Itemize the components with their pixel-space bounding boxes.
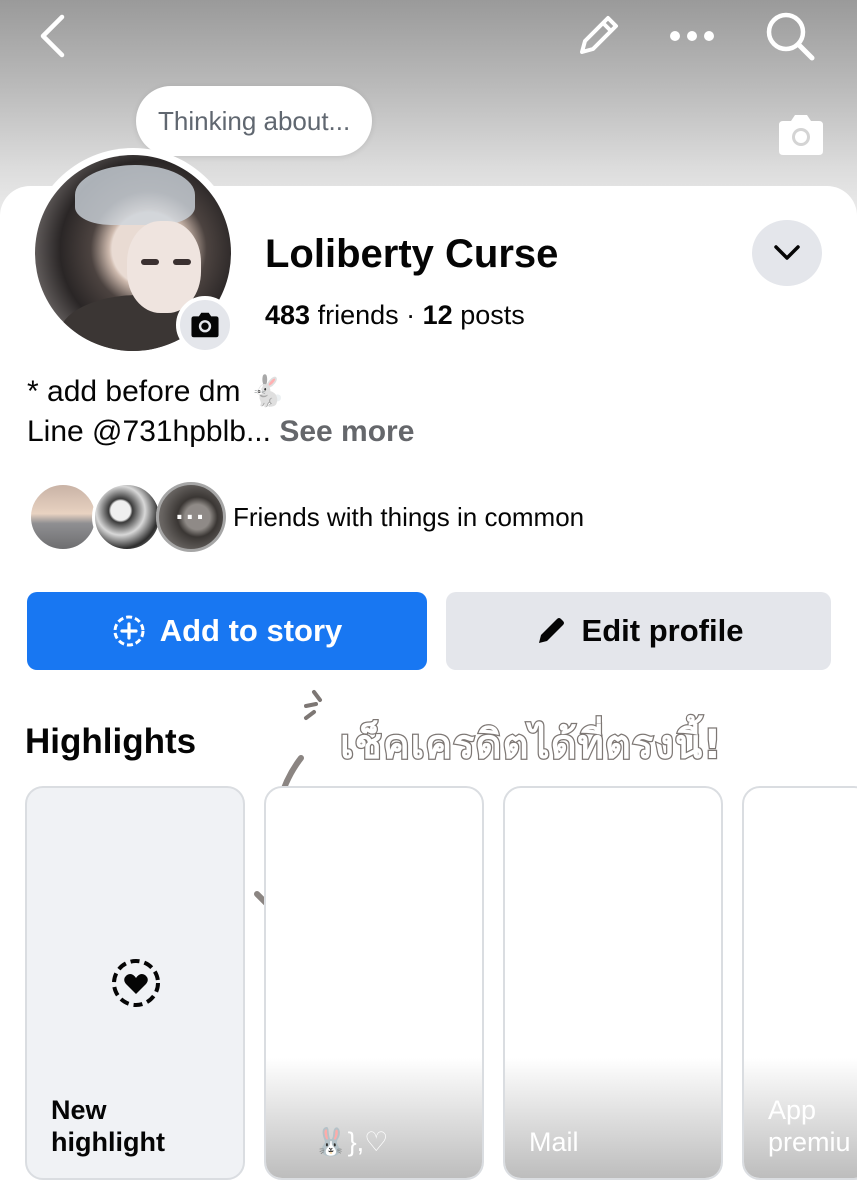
pencil-icon	[580, 16, 618, 54]
highlight-card[interactable]: Mail	[503, 786, 723, 1180]
cover-camera-button[interactable]	[774, 112, 828, 158]
mutual-friend-avatar	[92, 482, 162, 552]
friends-count[interactable]: 483	[265, 300, 310, 330]
pencil-icon	[538, 618, 564, 643]
edit-profile-button[interactable]: Edit profile	[446, 592, 831, 670]
new-highlight-card[interactable]: New highlight	[25, 786, 245, 1180]
highlight-card-label: Mail	[529, 1127, 579, 1157]
chevron-down-icon	[774, 245, 800, 260]
heart-circle-icon	[112, 959, 160, 1007]
edit-profile-label: Edit profile	[581, 613, 744, 648]
search-button[interactable]	[758, 8, 822, 64]
bio-line-2: Line @731hpblb... See more	[27, 412, 414, 452]
avatar-camera-button[interactable]	[176, 296, 234, 354]
ellipsis-icon	[670, 31, 714, 41]
more-options-button[interactable]	[660, 8, 724, 64]
posts-label: posts	[460, 300, 525, 330]
posts-count: 12	[422, 300, 453, 330]
see-more-link[interactable]: See more	[279, 415, 414, 448]
profile-name: Loliberty Curse	[265, 232, 559, 276]
camera-icon	[779, 115, 823, 155]
highlight-card[interactable]: 🐰},♡	[264, 786, 484, 1180]
profile-stats: 483 friends · 12 posts	[265, 300, 525, 331]
mutual-friends-text: Friends with things in common	[233, 502, 585, 532]
highlights-title: Highlights	[25, 722, 197, 761]
highlight-card-label: 🐰},♡	[314, 1127, 389, 1157]
bio-line-1: * add before dm 🐇	[27, 375, 287, 408]
card-fade	[505, 1058, 721, 1178]
profile-dropdown-button[interactable]	[752, 220, 822, 286]
new-highlight-label: New highlight	[51, 1095, 165, 1157]
back-button[interactable]	[20, 8, 84, 64]
search-icon	[766, 12, 815, 61]
bio-line-2-text: Line @731hpblb...	[27, 415, 271, 448]
add-circle-icon	[113, 615, 145, 647]
bio: * add before dm 🐇 Line @731hpblb... See …	[27, 372, 414, 452]
more-friends-overlay: ···	[156, 482, 226, 552]
highlight-card[interactable]: App premiu	[742, 786, 857, 1180]
friends-label[interactable]: friends	[318, 300, 399, 330]
chevron-left-icon	[40, 14, 65, 58]
emphasis-marks	[304, 690, 322, 720]
mutual-friends-row[interactable]: ··· Friends with things in common	[28, 480, 728, 554]
add-to-story-label: Add to story	[159, 613, 343, 648]
highlight-card-label: App premiu	[768, 1095, 851, 1157]
annotation-text: เช็คเครดิตได้ที่ตรงนี้!	[339, 721, 723, 770]
thought-placeholder: Thinking about...	[158, 105, 351, 136]
add-to-story-button[interactable]: Add to story	[27, 592, 427, 670]
top-bar	[0, 0, 857, 80]
edit-cover-button[interactable]	[566, 8, 630, 64]
camera-icon	[191, 312, 219, 338]
mutual-friend-avatar	[28, 482, 98, 552]
card-fade	[266, 1058, 482, 1178]
stats-separator: ·	[406, 300, 416, 330]
thought-bubble[interactable]: Thinking about...	[136, 86, 373, 156]
